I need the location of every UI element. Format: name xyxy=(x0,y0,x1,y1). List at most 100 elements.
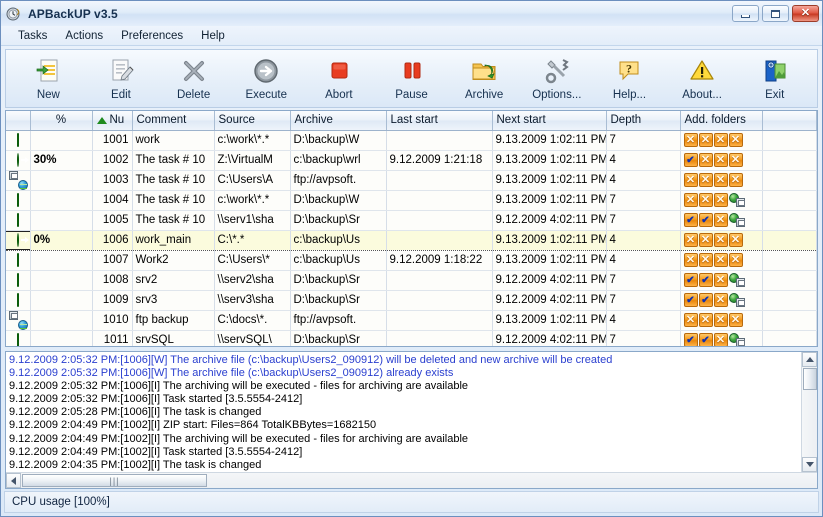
execute-button[interactable]: Execute xyxy=(230,52,303,107)
column-header-depth[interactable]: Depth xyxy=(606,111,680,130)
log-text-area[interactable]: 9.12.2009 2:05:32 PM:[1006][W] The archi… xyxy=(6,352,801,472)
column-header-add-folders[interactable]: Add. folders xyxy=(680,111,762,130)
folder-disabled-icon[interactable] xyxy=(729,253,743,267)
scroll-left-button[interactable] xyxy=(6,473,21,488)
table-row[interactable]: 0%1006work_mainC:\*.*c:\backup\Us9.13.20… xyxy=(6,230,817,250)
table-row[interactable]: 1011srvSQL\\servSQL\D:\backup\Sr9.12.200… xyxy=(6,330,817,347)
log-horizontal-scrollbar[interactable]: ||| xyxy=(6,472,817,488)
folder-disabled-icon[interactable] xyxy=(729,313,743,327)
folder-enabled-icon[interactable] xyxy=(684,273,698,287)
folder-disabled-icon[interactable] xyxy=(699,173,713,187)
column-header-tail[interactable] xyxy=(762,111,817,130)
folder-disabled-icon[interactable] xyxy=(684,253,698,267)
folder-disabled-icon[interactable] xyxy=(699,193,713,207)
maximize-button[interactable] xyxy=(762,5,789,22)
table-row[interactable]: 30%1002The task # 10Z:\VirtualMc:\backup… xyxy=(6,150,817,170)
help-button[interactable]: ? Help... xyxy=(593,52,666,107)
scroll-up-button[interactable] xyxy=(802,352,817,367)
folder-disabled-icon[interactable] xyxy=(714,193,728,207)
column-header-last-start[interactable]: Last start xyxy=(386,111,492,130)
network-folder-icon[interactable] xyxy=(729,193,745,207)
minimize-button[interactable] xyxy=(732,5,759,22)
folder-disabled-icon[interactable] xyxy=(699,133,713,147)
table-row[interactable]: 1001workc:\work\*.*D:\backup\W9.13.2009 … xyxy=(6,130,817,150)
network-folder-icon[interactable] xyxy=(729,213,745,227)
abort-button[interactable]: Abort xyxy=(303,52,376,107)
folder-disabled-icon[interactable] xyxy=(714,233,728,247)
folder-disabled-icon[interactable] xyxy=(714,253,728,267)
folder-disabled-icon[interactable] xyxy=(729,153,743,167)
folder-enabled-icon[interactable] xyxy=(684,333,698,347)
column-header-source[interactable]: Source xyxy=(214,111,290,130)
folder-enabled-icon[interactable] xyxy=(699,213,713,227)
menu-item-actions[interactable]: Actions xyxy=(56,28,112,44)
folder-disabled-icon[interactable] xyxy=(684,313,698,327)
folder-disabled-icon[interactable] xyxy=(714,173,728,187)
exit-button[interactable]: Exit xyxy=(738,52,811,107)
cell-status[interactable] xyxy=(6,330,30,347)
folder-disabled-icon[interactable] xyxy=(699,313,713,327)
folder-disabled-icon[interactable] xyxy=(684,133,698,147)
column-header-percent[interactable]: % xyxy=(30,111,92,130)
menu-item-help[interactable]: Help xyxy=(192,28,234,44)
cell-status[interactable] xyxy=(6,190,30,210)
cell-status[interactable] xyxy=(6,210,30,230)
about-button[interactable]: About... xyxy=(666,52,739,107)
folder-enabled-icon[interactable] xyxy=(684,293,698,307)
column-header-comment[interactable]: Comment xyxy=(132,111,214,130)
folder-disabled-icon[interactable] xyxy=(714,293,728,307)
folder-disabled-icon[interactable] xyxy=(729,233,743,247)
column-header-status[interactable] xyxy=(6,111,30,130)
pause-button[interactable]: Pause xyxy=(375,52,448,107)
folder-enabled-icon[interactable] xyxy=(699,273,713,287)
menu-item-tasks[interactable]: Tasks xyxy=(9,28,56,44)
table-row[interactable]: 1003The task # 10C:\Users\Aftp://avpsoft… xyxy=(6,170,817,190)
delete-button[interactable]: Delete xyxy=(157,52,230,107)
network-folder-icon[interactable] xyxy=(729,333,745,347)
column-header-archive[interactable]: Archive xyxy=(290,111,386,130)
options-button[interactable]: Options... xyxy=(520,52,593,107)
folder-disabled-icon[interactable] xyxy=(699,233,713,247)
horizontal-scroll-track[interactable] xyxy=(207,473,817,488)
folder-disabled-icon[interactable] xyxy=(729,133,743,147)
vertical-scroll-thumb[interactable] xyxy=(803,368,817,390)
horizontal-scroll-thumb[interactable]: ||| xyxy=(22,474,207,487)
cell-status[interactable] xyxy=(6,310,30,330)
cell-status[interactable] xyxy=(6,250,30,270)
menu-item-preferences[interactable]: Preferences xyxy=(112,28,192,44)
folder-disabled-icon[interactable] xyxy=(684,193,698,207)
folder-disabled-icon[interactable] xyxy=(699,153,713,167)
folder-enabled-icon[interactable] xyxy=(699,333,713,347)
column-header-next-start[interactable]: Next start xyxy=(492,111,606,130)
cell-status[interactable] xyxy=(6,170,30,190)
table-row[interactable]: 1004The task # 10c:\work\*.*D:\backup\W9… xyxy=(6,190,817,210)
scroll-down-button[interactable] xyxy=(802,457,817,472)
folder-enabled-icon[interactable] xyxy=(684,153,698,167)
folder-disabled-icon[interactable] xyxy=(714,133,728,147)
network-folder-icon[interactable] xyxy=(729,293,745,307)
column-header-nu[interactable]: Nu xyxy=(92,111,132,130)
table-row[interactable]: 1009srv3\\serv3\shaD:\backup\Sr9.12.2009… xyxy=(6,290,817,310)
archive-button[interactable]: Archive xyxy=(448,52,521,107)
folder-disabled-icon[interactable] xyxy=(714,313,728,327)
folder-disabled-icon[interactable] xyxy=(714,153,728,167)
network-folder-icon[interactable] xyxy=(729,273,745,287)
cell-status[interactable] xyxy=(6,230,30,250)
folder-disabled-icon[interactable] xyxy=(714,213,728,227)
folder-disabled-icon[interactable] xyxy=(699,253,713,267)
cell-status[interactable] xyxy=(6,150,30,170)
folder-enabled-icon[interactable] xyxy=(684,213,698,227)
table-row[interactable]: 1005The task # 10\\serv1\shaD:\backup\Sr… xyxy=(6,210,817,230)
folder-disabled-icon[interactable] xyxy=(684,173,698,187)
table-row[interactable]: 1007Work2C:\Users\*c:\backup\Us9.12.2009… xyxy=(6,250,817,270)
folder-disabled-icon[interactable] xyxy=(729,173,743,187)
edit-button[interactable]: Edit xyxy=(85,52,158,107)
close-button[interactable]: ✕ xyxy=(792,5,819,22)
folder-disabled-icon[interactable] xyxy=(714,333,728,347)
folder-disabled-icon[interactable] xyxy=(684,233,698,247)
log-vertical-scrollbar[interactable] xyxy=(801,352,817,472)
cell-status[interactable] xyxy=(6,290,30,310)
table-row[interactable]: 1008srv2\\serv2\shaD:\backup\Sr9.12.2009… xyxy=(6,270,817,290)
folder-disabled-icon[interactable] xyxy=(714,273,728,287)
table-row[interactable]: 1010ftp backupC:\docs\*.ftp://avpsoft.9.… xyxy=(6,310,817,330)
